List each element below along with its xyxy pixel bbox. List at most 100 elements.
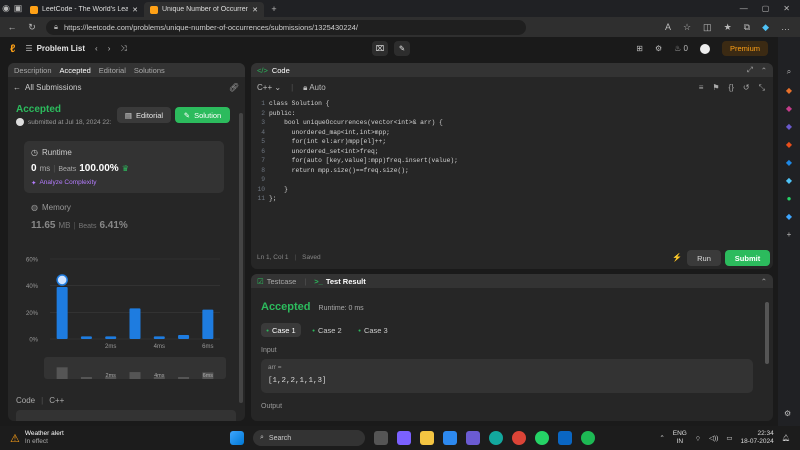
tools-icon[interactable]: ◆ [786, 104, 792, 113]
scrollbar[interactable] [239, 113, 243, 403]
debug-icon[interactable]: ⌧ [372, 41, 388, 56]
solution-button[interactable]: ✎ Solution [175, 107, 230, 123]
share-link-icon[interactable]: 🔗︎ [229, 83, 239, 92]
avatar[interactable] [699, 43, 710, 54]
side-settings-icon[interactable]: ⚙ [784, 409, 791, 418]
split-screen-icon[interactable]: ◫ [703, 22, 712, 33]
run-button[interactable]: Run [687, 250, 721, 266]
premium-button[interactable]: Premium [721, 41, 768, 56]
fullscreen-icon[interactable]: ⤢ [747, 65, 753, 75]
auto-mode-toggle[interactable]: 🔒︎ Auto [303, 83, 326, 93]
minimize-icon[interactable]: — [740, 4, 748, 13]
close-icon[interactable]: ✕ [132, 6, 138, 14]
all-submissions-link[interactable]: ← All Submissions [13, 83, 81, 92]
bookmark-icon[interactable]: ⚑ [712, 83, 719, 93]
close-window-icon[interactable]: ✕ [783, 4, 790, 13]
weather-subtitle: In effect [24, 438, 48, 445]
next-problem-icon[interactable]: › [108, 44, 111, 53]
store-icon[interactable] [443, 431, 457, 445]
case-tab-3[interactable]: • Case 3 [353, 323, 393, 337]
tab-description[interactable]: Description [14, 66, 52, 75]
leetcode-logo-icon[interactable]: ℓ [10, 43, 15, 55]
read-aloud-icon[interactable]: A [665, 22, 671, 33]
outlook-icon[interactable]: ◆ [786, 158, 792, 167]
code-area[interactable]: 1 2 3 4 5 6 7 8 9 10 11 class Solution {… [251, 100, 761, 250]
add-icon[interactable]: + [787, 230, 792, 239]
list-icon[interactable]: ☰ [25, 44, 32, 53]
scrollbar[interactable] [765, 302, 769, 364]
runtime-card[interactable]: ◷ Runtime 0 ms | Beats 100.00% ♛ ✦ Analy… [24, 141, 224, 193]
tab-actions-icon[interactable]: ▣ [12, 3, 24, 14]
browser-tab-problem[interactable]: Unique Number of Occurrences ✕ [144, 2, 264, 17]
windows-start-icon[interactable] [230, 431, 244, 445]
code-line: }; [269, 195, 277, 202]
linkedin-icon[interactable] [558, 431, 572, 445]
format-icon[interactable]: ≡ [699, 83, 704, 93]
favorite-icon[interactable]: ☆ [683, 22, 691, 33]
braces-icon[interactable]: {} [729, 83, 734, 93]
wifi-icon[interactable]: ⌔ [695, 434, 701, 443]
edge-icon[interactable] [489, 431, 503, 445]
taskbar-search[interactable]: ⌕ Search [253, 430, 365, 446]
tab-solutions[interactable]: Solutions [134, 66, 165, 75]
submit-button[interactable]: Submit [725, 250, 770, 266]
search-icon[interactable]: ⌕ [787, 67, 791, 77]
clock[interactable]: 22:34 18-07-2024 [740, 430, 773, 446]
more-icon[interactable]: … [781, 22, 790, 33]
collapse-icon[interactable]: ⌃ [761, 277, 767, 286]
language-select[interactable]: C++ ⌄ [257, 83, 281, 93]
notification-icon[interactable]: 🔔︎ [782, 434, 790, 442]
editorial-button[interactable]: ▤ Editorial [117, 107, 171, 123]
url-field[interactable]: 🔒︎ https://leetcode.com/problems/unique-… [46, 19, 526, 35]
chrome-icon[interactable] [512, 431, 526, 445]
new-tab-icon[interactable]: + [268, 4, 280, 14]
spotify-icon[interactable] [581, 431, 595, 445]
maximize-icon[interactable]: ▢ [762, 4, 770, 13]
case-tab-1[interactable]: • Case 1 [261, 323, 301, 337]
shopping-icon[interactable]: ◆ [786, 86, 792, 95]
battery-icon[interactable]: ▭ [726, 434, 732, 442]
testcase-tab[interactable]: ☑ Testcase [257, 277, 296, 286]
tab-accepted[interactable]: Accepted [60, 66, 91, 75]
problem-list-link[interactable]: Problem List [37, 44, 85, 53]
collapse-icon[interactable]: ⌃ [761, 66, 767, 75]
task-view-icon[interactable] [374, 431, 388, 445]
reset-icon[interactable]: ↺ [743, 83, 750, 93]
weather-widget[interactable]: ⚠ Weather alert In effect [0, 430, 200, 446]
favorites-bar-icon[interactable]: ★ [724, 22, 732, 33]
back-icon[interactable]: ← [6, 22, 18, 32]
collections-icon[interactable]: ⧉ [744, 22, 750, 33]
volume-icon[interactable]: ◁)) [709, 434, 718, 442]
browser-tab-leetcode[interactable]: LeetCode - The World's Leading ✕ [24, 2, 144, 17]
expand-icon[interactable]: ⤡ [759, 83, 765, 93]
prev-problem-icon[interactable]: ‹ [95, 44, 98, 53]
whatsapp-icon[interactable]: ● [787, 194, 792, 203]
lightning-icon[interactable]: ⚡ [672, 253, 682, 262]
whatsapp-icon[interactable] [535, 431, 549, 445]
app-icon[interactable] [466, 431, 480, 445]
meet-icon[interactable] [397, 431, 411, 445]
code-line: for(auto [key,value]:mpp)freq.insert(val… [269, 157, 458, 164]
profile-icon[interactable]: ◉ [0, 3, 12, 14]
layout-icon[interactable]: ⊞ [636, 44, 643, 53]
copilot-side-icon[interactable]: ◆ [786, 176, 792, 185]
language-indicator[interactable]: ENG IN [673, 430, 687, 446]
leetcode-header: ℓ ☰ Problem List ‹ › ⤨ ⌧ ✎ ⊞ ⚙ ♨ 0 Premi… [0, 37, 778, 60]
games-icon[interactable]: ◆ [786, 122, 792, 131]
copilot-icon[interactable]: ◆ [762, 22, 769, 33]
tab-editorial[interactable]: Editorial [99, 66, 126, 75]
tray-chevron-icon[interactable]: ⌃ [659, 434, 664, 442]
office-icon[interactable]: ◆ [786, 140, 792, 149]
case-tab-2[interactable]: • Case 2 [307, 323, 347, 337]
streak-icon[interactable]: ♨ 0 [674, 44, 688, 53]
memory-card[interactable]: ◍ Memory 11.65 MB | Beats 6.41% [24, 203, 224, 239]
analyze-complexity-link[interactable]: Analyze Complexity [39, 179, 96, 187]
close-icon[interactable]: ✕ [252, 6, 258, 14]
settings-icon[interactable]: ⚙ [655, 44, 662, 53]
reload-icon[interactable]: ↻ [26, 22, 38, 33]
shuffle-icon[interactable]: ⤨ [120, 44, 126, 54]
test-result-tab[interactable]: >_ Test Result [314, 277, 365, 286]
drop-icon[interactable]: ◆ [786, 212, 792, 221]
notes-icon[interactable]: ✎ [394, 41, 410, 56]
file-explorer-icon[interactable] [420, 431, 434, 445]
